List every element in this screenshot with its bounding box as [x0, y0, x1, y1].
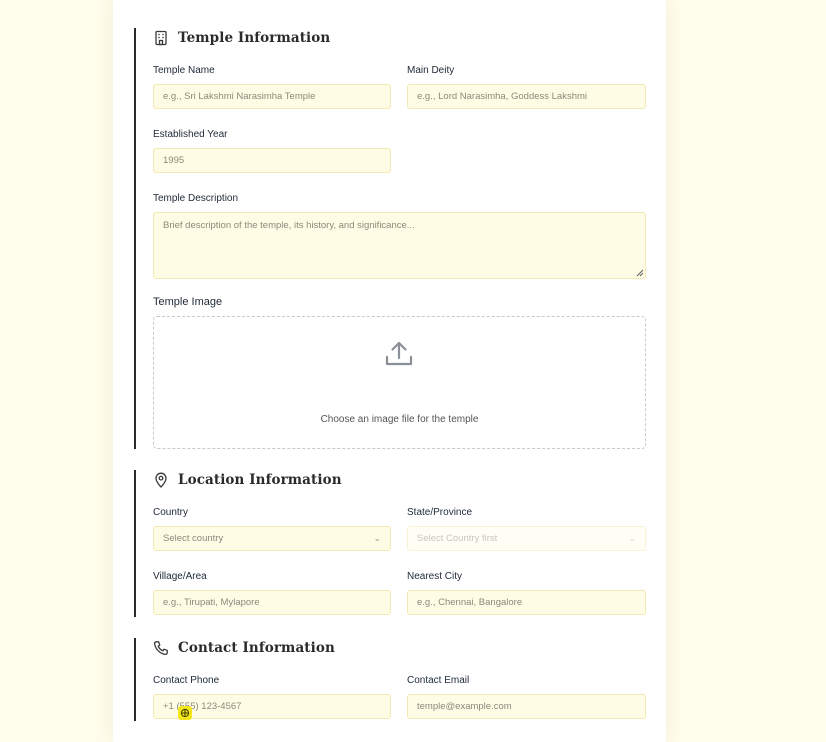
resize-handle-icon[interactable]	[636, 269, 644, 277]
country-select-value: Select country	[163, 533, 224, 544]
city-input[interactable]: e.g., Chennai, Bangalore	[407, 590, 646, 615]
chevron-down-icon: ⌄	[373, 533, 381, 543]
email-label: Contact Email	[407, 675, 470, 686]
email-input[interactable]: temple@example.com	[407, 694, 646, 719]
location-info-title: Location Information	[178, 472, 342, 488]
phone-label: Contact Phone	[153, 675, 220, 686]
description-textarea[interactable]: Brief description of the temple, its his…	[153, 212, 646, 279]
temple-name-label: Temple Name	[153, 65, 215, 76]
location-info-section: Location Information Country Select coun…	[134, 470, 647, 617]
dropzone-hint: Choose an image file for the temple	[320, 414, 479, 425]
temple-name-input[interactable]: e.g., Sri Lakshmi Narasimha Temple	[153, 84, 391, 109]
building-icon	[153, 30, 169, 46]
country-select[interactable]: Select country ⌄	[153, 526, 391, 551]
temple-info-header: Temple Information	[153, 28, 330, 48]
location-info-header: Location Information	[153, 470, 342, 490]
contact-info-header: Contact Information	[153, 638, 335, 658]
phone-icon	[153, 640, 169, 656]
village-input[interactable]: e.g., Tirupati, Mylapore	[153, 590, 391, 615]
contact-info-title: Contact Information	[178, 640, 335, 656]
description-placeholder: Brief description of the temple, its his…	[163, 220, 415, 231]
temple-info-section: Temple Information Temple Name e.g., Sri…	[134, 28, 647, 449]
description-label: Temple Description	[153, 193, 239, 204]
established-year-input[interactable]: 1995	[153, 148, 391, 173]
village-label: Village/Area	[153, 571, 207, 582]
main-deity-label: Main Deity	[407, 65, 455, 76]
temple-info-title: Temple Information	[178, 30, 331, 46]
form-card: Temple Information Temple Name e.g., Sri…	[113, 0, 666, 742]
temple-image-label: Temple Image	[153, 296, 223, 308]
established-year-label: Established Year	[153, 129, 228, 140]
chevron-down-icon: ⌄	[628, 533, 636, 543]
upload-icon	[384, 340, 414, 368]
cursor-highlight-icon	[178, 706, 192, 720]
country-label: Country	[153, 507, 189, 518]
map-pin-icon	[153, 472, 169, 488]
image-dropzone[interactable]: Choose an image file for the temple	[153, 316, 646, 449]
state-select-value: Select Country first	[417, 533, 498, 544]
city-label: Nearest City	[407, 571, 463, 582]
main-deity-input[interactable]: e.g., Lord Narasimha, Goddess Lakshmi	[407, 84, 646, 109]
contact-info-section: Contact Information Contact Phone +1 (55…	[134, 638, 647, 721]
state-label: State/Province	[407, 507, 473, 518]
state-select[interactable]: Select Country first ⌄	[407, 526, 646, 551]
